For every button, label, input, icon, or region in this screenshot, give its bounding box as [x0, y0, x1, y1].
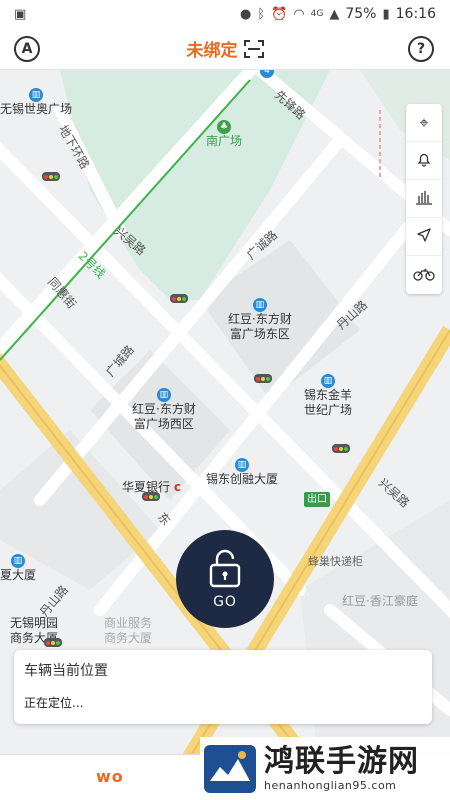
traffic-light-icon [142, 492, 160, 501]
building-icon: ▥ [11, 554, 25, 568]
poi-fengchao[interactable]: 蜂巢快递柜 [308, 554, 363, 569]
tree-icon: ♣ [217, 120, 231, 134]
profile-button[interactable]: A [14, 36, 40, 62]
traffic-light-icon [170, 294, 188, 303]
poi-xidong-chuangrong[interactable]: ▥ 锡东创融大厦 [206, 456, 278, 487]
location-icon: ● [239, 6, 252, 22]
bank-logo-icon: ᴄ [173, 480, 181, 494]
go-unlock-button[interactable]: GO [176, 530, 274, 628]
poi-hongdou-east[interactable]: ▥ 红豆·东方财 富广场东区 [228, 296, 292, 342]
status-bar: ▣ ● ᛒ ⏰ ◠ 4G ▲ 75% ▮ 16:16 [0, 0, 450, 28]
poi-xia-building[interactable]: ▥ 夏大厦 [0, 552, 36, 583]
signal-icon: ▲ [329, 6, 340, 22]
locating-status: 正在定位... [24, 696, 84, 710]
stats-button[interactable] [406, 180, 442, 218]
gallery-notification-icon: ▣ [14, 6, 27, 22]
traffic-light-icon [44, 638, 62, 647]
poi-south-square[interactable]: ♣ 南广场 [206, 118, 242, 149]
bind-status[interactable]: 未绑定 [187, 36, 264, 61]
locate-button[interactable]: ⌖ [406, 104, 442, 142]
traffic-light-icon [332, 444, 350, 453]
help-icon: ? [416, 41, 426, 57]
clock: 16:16 [395, 6, 436, 22]
bell-icon [416, 151, 432, 171]
building-icon: ▥ [235, 458, 249, 472]
motorcycle-icon [413, 266, 435, 285]
alarm-icon: ⏰ [271, 6, 288, 22]
poi-hongdou-west[interactable]: ▥ 红豆·东方财 富广场西区 [132, 386, 196, 432]
building-icon: ▥ [156, 388, 171, 402]
poi-business-bldg[interactable]: 商业服务 商务大厦 [104, 616, 152, 646]
vehicle-button[interactable] [406, 256, 442, 294]
scan-icon[interactable] [243, 39, 264, 58]
page-title: 未绑定 [186, 41, 238, 61]
map-toolbar: ⌖ [406, 104, 442, 294]
alerts-button[interactable] [406, 142, 442, 180]
card-title: 车辆当前位置 [24, 663, 108, 679]
battery-icon: ▮ [382, 6, 390, 22]
network-type: 4G [310, 9, 324, 19]
lock-icon [208, 548, 242, 588]
app-header: A 未绑定 ? [0, 28, 450, 70]
watermark-title: 鸿联手游网 [264, 744, 419, 779]
wifi-icon: ◠ [293, 6, 305, 22]
locate-icon: ⌖ [419, 112, 429, 132]
traffic-light-icon [42, 172, 60, 181]
bull-logo-icon [202, 741, 258, 797]
exit-marker: 出口 [304, 492, 330, 507]
poi-xidong-jinyang[interactable]: ▥ 锡东金羊 世纪广场 [304, 372, 352, 418]
watermark-url: henanhonglian95.com [264, 779, 397, 792]
chart-icon [415, 189, 433, 209]
brand-logo[interactable]: wo [96, 767, 124, 786]
help-button[interactable]: ? [408, 36, 434, 62]
building-icon: ▥ [321, 374, 335, 388]
site-watermark: 鸿联手游网 henanhonglian95.com [200, 737, 450, 800]
poi-wuxi-sports[interactable]: ▥ 无锡世奥广场 [0, 86, 72, 117]
navigate-button[interactable] [406, 218, 442, 256]
building-icon: ▥ [29, 88, 43, 102]
navigate-icon [416, 227, 432, 247]
bluetooth-icon: ᛒ [257, 6, 266, 22]
vehicle-location-card[interactable]: 车辆当前位置 正在定位... [14, 650, 432, 724]
battery-level: 75% [345, 6, 377, 22]
poi-hongdou-haoting[interactable]: 红豆·香江豪庭 [342, 594, 418, 609]
go-label: GO [213, 594, 237, 610]
traffic-light-icon [254, 374, 272, 383]
building-icon: ▥ [252, 298, 267, 312]
profile-icon: A [21, 41, 33, 57]
